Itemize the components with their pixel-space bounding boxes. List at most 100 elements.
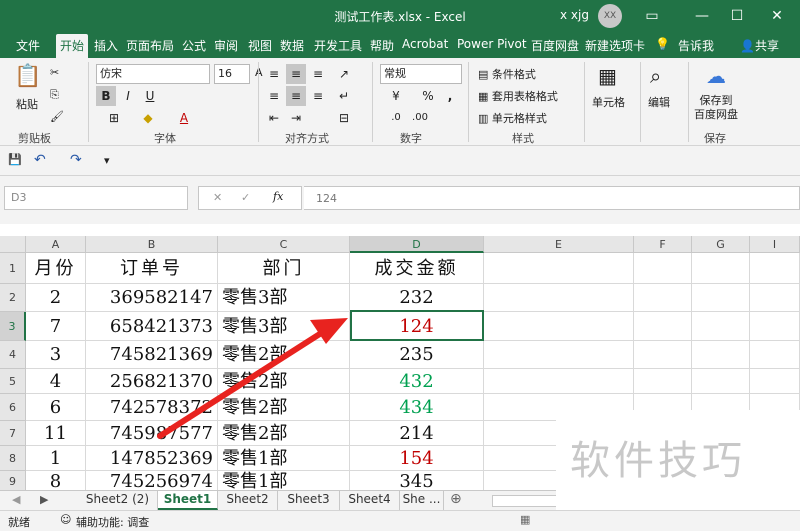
sheet-tab[interactable]: Sheet1 <box>158 491 218 510</box>
increase-decimal-icon[interactable]: .0 <box>386 108 406 128</box>
font-name-select[interactable]: 仿宋 <box>96 64 210 84</box>
align-left-icon[interactable]: ≡ <box>264 86 284 106</box>
cell-styles-button[interactable]: ▥ 单元格样式 <box>478 110 547 126</box>
sheet-tab[interactable]: She ... <box>400 491 444 510</box>
comma-button[interactable]: , <box>440 86 460 106</box>
avatar[interactable]: XX <box>598 4 622 28</box>
sheet-prev-icon[interactable]: ◀ <box>12 493 20 506</box>
formula-input[interactable]: 124 <box>304 186 800 210</box>
styles-group-label: 样式 <box>512 132 534 145</box>
format-painter-icon[interactable]: 🖌 <box>50 110 64 123</box>
alignment-group-label: 对齐方式 <box>285 132 329 145</box>
underline-button[interactable]: U <box>140 86 160 106</box>
bold-button[interactable]: B <box>96 86 116 106</box>
lightbulb-icon[interactable]: 💡 <box>655 37 670 51</box>
cell-styles-icon: ▥ <box>478 112 492 125</box>
sheet-tab[interactable]: Sheet4 <box>340 491 400 510</box>
baidu-cloud-icon[interactable]: ☁ <box>706 64 726 88</box>
tab-power-pivot[interactable]: Power Pivot <box>457 37 527 51</box>
border-icon[interactable]: ⊞ <box>104 108 124 128</box>
italic-button[interactable]: I <box>118 86 138 106</box>
close-button[interactable]: ✕ <box>755 0 799 32</box>
name-box[interactable]: D3 <box>4 186 188 210</box>
tab-file[interactable]: 文件 <box>16 37 40 54</box>
maximize-button[interactable]: ☐ <box>715 0 759 32</box>
tab-new[interactable]: 新建选项卡 <box>585 37 645 54</box>
fill-color-icon[interactable]: ◆ <box>138 108 158 128</box>
sheet-tab[interactable]: Sheet3 <box>278 491 340 510</box>
wrap-text-icon[interactable]: ↵ <box>334 86 354 106</box>
accessibility-icon: ☺ <box>60 513 72 526</box>
search-icon[interactable]: ⌕ <box>650 64 661 88</box>
font-color-icon[interactable]: A <box>174 108 194 128</box>
cut-icon[interactable]: ✂ <box>50 66 59 79</box>
ribbon-tabs: 文件 开始 插入 页面布局 公式 审阅 视图 数据 开发工具 帮助 Acroba… <box>0 32 800 58</box>
tab-data[interactable]: 数据 <box>280 37 304 54</box>
editing-button[interactable]: 编辑 <box>648 94 670 110</box>
tab-help[interactable]: 帮助 <box>370 37 394 54</box>
title-bar: 测试工作表.xlsx - Excel x xjg XX ▭ — ☐ ✕ <box>0 0 800 32</box>
align-center-icon[interactable]: ≡ <box>286 86 306 106</box>
tab-baidu-netdisk[interactable]: 百度网盘 <box>531 37 579 54</box>
formula-bar: D3 ✕ ✓ fx 124 <box>0 176 800 224</box>
accessibility-status[interactable]: 辅助功能: 调查 <box>76 514 149 530</box>
orientation-icon[interactable]: ↗ <box>334 64 354 84</box>
cells-button[interactable]: 单元格 <box>592 94 625 110</box>
normal-view-icon[interactable]: ▦ <box>520 513 530 526</box>
save-icon[interactable]: 💾 <box>8 153 22 166</box>
align-bottom-icon[interactable]: ≡ <box>308 64 328 84</box>
add-sheet-icon[interactable]: ⊕ <box>450 491 462 507</box>
number-group-label: 数字 <box>400 132 422 145</box>
percent-button[interactable]: % <box>418 86 438 106</box>
undo-icon[interactable]: ↶ <box>34 152 46 168</box>
format-as-table-button[interactable]: ▦ 套用表格格式 <box>478 88 558 104</box>
align-right-icon[interactable]: ≡ <box>308 86 328 106</box>
font-size-select[interactable]: 16 <box>214 64 250 84</box>
paste-button[interactable]: 粘贴 <box>16 96 38 112</box>
customize-qat-icon[interactable]: ▾ <box>104 154 110 167</box>
sheet-next-icon[interactable]: ▶ <box>40 493 48 506</box>
tab-home[interactable]: 开始 <box>56 34 89 58</box>
cancel-icon[interactable]: ✕ <box>213 191 222 204</box>
number-format-select[interactable]: 常规 <box>380 64 462 84</box>
tab-view[interactable]: 视图 <box>248 37 272 54</box>
copy-icon[interactable]: ⎘ <box>50 88 59 102</box>
currency-icon[interactable]: ¥ <box>386 86 406 106</box>
align-top-icon[interactable]: ≡ <box>264 64 284 84</box>
divider <box>258 62 259 142</box>
ribbon: 📋 粘贴 ✂ ⎘ 🖌 剪贴板 仿宋 16 A B I U ⊞ ◆ A 字体 ≡ … <box>0 58 800 146</box>
increase-indent-icon[interactable]: ⇥ <box>286 108 306 128</box>
cells-icon[interactable]: ▦ <box>598 64 617 88</box>
save-to-baidu-button[interactable]: 保存到 百度网盘 <box>694 94 738 122</box>
enter-icon[interactable]: ✓ <box>241 191 250 204</box>
decrease-indent-icon[interactable]: ⇤ <box>264 108 284 128</box>
tell-me[interactable]: 告诉我 <box>678 37 714 54</box>
decrease-decimal-icon[interactable]: .00 <box>410 108 430 128</box>
font-group-label: 字体 <box>154 132 176 145</box>
tab-formulas[interactable]: 公式 <box>182 37 206 54</box>
tab-developer[interactable]: 开发工具 <box>314 37 362 54</box>
align-middle-icon[interactable]: ≡ <box>286 64 306 84</box>
conditional-format-button[interactable]: ▤ 条件格式 <box>478 66 536 82</box>
share-button[interactable]: 👤共享 <box>740 37 779 54</box>
status-bar: 就绪 ☺ 辅助功能: 调查 ▦ <box>0 510 800 531</box>
divider <box>688 62 689 142</box>
watermark: 软件技巧 <box>556 410 800 510</box>
tab-insert[interactable]: 插入 <box>94 37 118 54</box>
sheet-tab[interactable]: Sheet2 (2) <box>78 491 158 510</box>
ribbon-display-icon[interactable]: ▭ <box>630 0 674 32</box>
merge-center-icon[interactable]: ⊟ <box>334 108 354 128</box>
save-group-label: 保存 <box>704 132 726 145</box>
tab-page-layout[interactable]: 页面布局 <box>126 37 174 54</box>
user-icon: 👤 <box>740 39 755 53</box>
tab-acrobat[interactable]: Acrobat <box>402 37 448 51</box>
formula-controls: ✕ ✓ fx <box>198 186 302 210</box>
divider <box>640 62 641 142</box>
insert-function-icon[interactable]: fx <box>273 190 283 203</box>
paste-icon[interactable]: 📋 <box>14 64 41 89</box>
table-icon: ▦ <box>478 90 492 103</box>
tab-review[interactable]: 审阅 <box>214 37 238 54</box>
user-name[interactable]: x xjg <box>560 8 589 22</box>
sheet-tab[interactable]: Sheet2 <box>218 491 278 510</box>
redo-icon[interactable]: ↷ <box>70 152 82 168</box>
